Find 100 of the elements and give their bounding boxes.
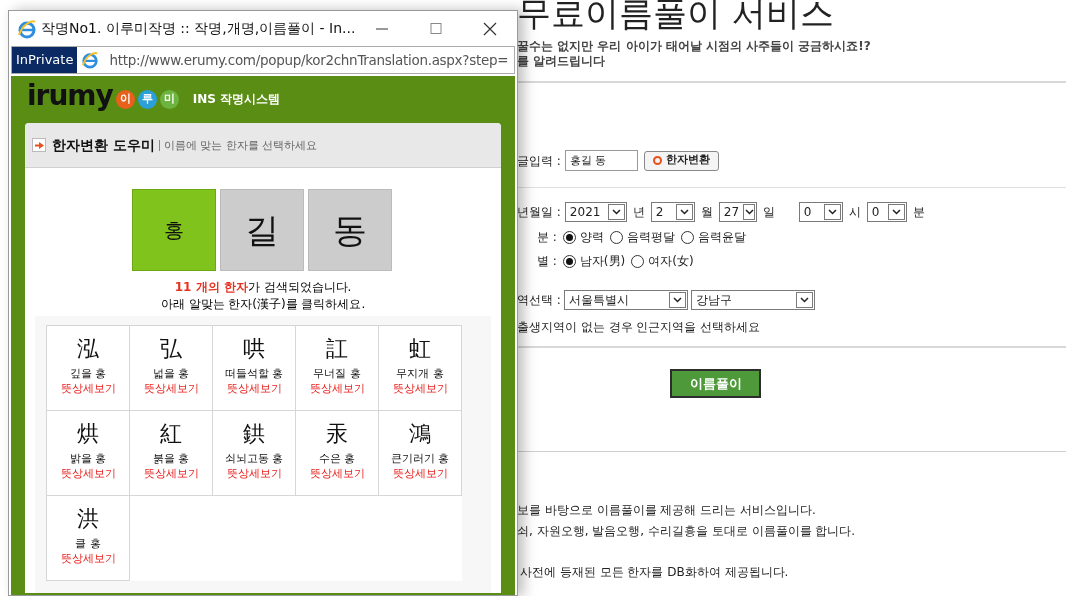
hanja-card[interactable]: 烘 밝을 홍 뜻상세보기 bbox=[47, 411, 130, 496]
hanja-character: 鴻 bbox=[409, 421, 431, 447]
hanja-meaning: 클 홍 bbox=[75, 536, 101, 551]
unit-label: 년 bbox=[632, 204, 645, 221]
name-tile[interactable]: 홍 bbox=[132, 189, 216, 271]
hanja-character: 虹 bbox=[409, 336, 431, 362]
chevron-down-icon bbox=[668, 292, 686, 308]
radio-button[interactable] bbox=[609, 230, 623, 244]
radio-label: 여자(女) bbox=[648, 253, 694, 270]
detail-link[interactable]: 뜻상세보기 bbox=[392, 466, 448, 481]
name-tile[interactable]: 동 bbox=[308, 189, 392, 271]
unit-label: 월 bbox=[700, 204, 713, 221]
detail-link[interactable]: 뜻상세보기 bbox=[60, 551, 116, 566]
detail-link[interactable]: 뜻상세보기 bbox=[309, 381, 365, 396]
hanja-card[interactable]: 鉷 쇠뇌고동 홍 뜻상세보기 bbox=[213, 411, 296, 496]
radio-label: 음력윤달 bbox=[697, 229, 746, 246]
url-text: http://www.erumy.com/popup/kor2chnTranslation.aspx?step= bbox=[109, 50, 509, 70]
detail-link[interactable]: 뜻상세보기 bbox=[143, 381, 199, 396]
hanja-character: 弘 bbox=[160, 336, 182, 362]
chevron-down-icon bbox=[743, 204, 755, 220]
detail-link[interactable]: 뜻상세보기 bbox=[309, 466, 365, 481]
hanja-meaning: 수은 홍 bbox=[318, 451, 356, 466]
radio-button[interactable] bbox=[631, 254, 645, 268]
unit-label: 일 bbox=[762, 204, 775, 221]
address-bar[interactable]: InPrivate http://www.erumy.com/popup/kor2chnTranslation.aspx?step= bbox=[11, 46, 515, 74]
description-text: 쇠, 자원오행, 발음오행, 수리길흉을 토대로 이름풀이를 합니다. bbox=[517, 523, 857, 540]
submit-button[interactable]: 이름풀이 bbox=[670, 369, 761, 398]
radio-label: 남자(男) bbox=[579, 253, 626, 270]
name-tile[interactable]: 길 bbox=[220, 189, 304, 271]
hanja-card[interactable]: 虹 무지개 홍 뜻상세보기 bbox=[379, 326, 462, 411]
description-text: 사전에 등재된 모든 한자를 DB화하여 제공됩니다. bbox=[519, 564, 790, 581]
logo-badge: 이 bbox=[115, 89, 135, 109]
field-label: 글입력 : bbox=[517, 152, 561, 170]
hanja-card[interactable]: 泓 깊을 홍 뜻상세보기 bbox=[47, 326, 130, 411]
unit-label: 시 bbox=[848, 204, 861, 221]
browser-logo-icon bbox=[81, 51, 100, 69]
hanja-character: 烘 bbox=[77, 421, 99, 447]
chevron-down-icon bbox=[823, 204, 841, 220]
hanja-card[interactable]: 洪 클 홍 뜻상세보기 bbox=[47, 496, 130, 581]
dropdown[interactable]: 강남구 bbox=[690, 290, 815, 310]
detail-link[interactable]: 뜻상세보기 bbox=[392, 381, 448, 396]
page-title: 무료이름풀이 서비스 bbox=[517, 0, 835, 30]
logo-badge: 미 bbox=[159, 89, 179, 109]
name-input[interactable]: 홍길 동 bbox=[564, 150, 638, 171]
hanja-character: 汞 bbox=[326, 421, 348, 447]
hanja-meaning: 무너질 홍 bbox=[313, 366, 361, 381]
hanja-meaning: 붉을 홍 bbox=[152, 451, 190, 466]
dropdown[interactable]: 2021 bbox=[564, 202, 627, 222]
hanja-character: 訌 bbox=[326, 336, 348, 362]
arrow-right-icon bbox=[32, 138, 46, 152]
hanja-character: 洪 bbox=[77, 506, 99, 532]
detail-link[interactable]: 뜻상세보기 bbox=[143, 466, 199, 481]
field-label: 분 : bbox=[537, 229, 557, 246]
system-label: INS 작명시스템 bbox=[192, 91, 281, 108]
detail-link[interactable]: 뜻상세보기 bbox=[226, 466, 282, 481]
description-text: 보를 바탕으로 이름풀이를 제공해 드리는 서비스입니다. bbox=[517, 502, 817, 519]
dropdown[interactable]: 0 bbox=[866, 202, 907, 222]
dropdown[interactable]: 0 bbox=[798, 202, 843, 222]
hanja-card[interactable]: 弘 넓을 홍 뜻상세보기 bbox=[130, 326, 213, 411]
hanja-card[interactable]: 汞 수은 홍 뜻상세보기 bbox=[296, 411, 379, 496]
field-label: 역선택 : bbox=[517, 292, 561, 309]
browser-logo-icon bbox=[17, 18, 37, 39]
chevron-down-icon bbox=[795, 292, 813, 308]
hint-text: 출생지역이 없는 경우 인근지역을 선택하세요 bbox=[517, 319, 762, 336]
field-label: 별 : bbox=[537, 253, 557, 270]
chevron-down-icon bbox=[675, 204, 693, 220]
hanja-card[interactable]: 鴻 큰기러기 홍 뜻상세보기 bbox=[379, 411, 462, 496]
hanja-meaning: 밝을 홍 bbox=[69, 451, 107, 466]
hanja-meaning: 무지개 홍 bbox=[396, 366, 444, 381]
hanja-meaning: 큰기러기 홍 bbox=[390, 451, 450, 466]
field-label: 년월일 : bbox=[517, 204, 561, 221]
hanja-meaning: 넓을 홍 bbox=[152, 366, 190, 381]
hanja-meaning: 떠들석할 홍 bbox=[224, 366, 284, 381]
hanja-meaning: 깊을 홍 bbox=[69, 366, 107, 381]
inprivate-badge: InPrivate bbox=[12, 47, 78, 73]
radio-button[interactable] bbox=[680, 230, 694, 244]
hanja-character: 紅 bbox=[160, 421, 182, 447]
radio-button[interactable] bbox=[562, 254, 576, 268]
detail-link[interactable]: 뜻상세보기 bbox=[60, 381, 116, 396]
hanja-character: 鉷 bbox=[243, 421, 265, 447]
logo-wordmark: irumy bbox=[27, 82, 113, 110]
helper-subtitle: 이름에 맞는 한자를 선택하세요 bbox=[158, 139, 318, 151]
hanja-card[interactable]: 訌 무너질 홍 뜻상세보기 bbox=[296, 326, 379, 411]
chevron-down-icon bbox=[887, 204, 905, 220]
dropdown[interactable]: 27 bbox=[718, 202, 757, 222]
instruction-text: 아래 알맞는 한자(漢子)를 클릭하세요. bbox=[159, 296, 367, 313]
helper-title: 한자변환 도우미 bbox=[52, 135, 155, 155]
unit-label: 분 bbox=[912, 204, 925, 221]
detail-link[interactable]: 뜻상세보기 bbox=[226, 381, 282, 396]
convert-button[interactable]: 한자변환 bbox=[643, 150, 719, 171]
window-title: 작명No1. 이루미작명 :: 작명,개명,이름풀이 - In... bbox=[41, 19, 356, 38]
hanja-card[interactable]: 紅 붉을 홍 뜻상세보기 bbox=[130, 411, 213, 496]
hanja-card[interactable]: 哄 떠들석할 홍 뜻상세보기 bbox=[213, 326, 296, 411]
dropdown[interactable]: 서울특별시 bbox=[563, 290, 688, 310]
logo-badge: 루 bbox=[137, 89, 157, 109]
radio-button[interactable] bbox=[562, 230, 576, 244]
dropdown[interactable]: 2 bbox=[650, 202, 695, 222]
detail-link[interactable]: 뜻상세보기 bbox=[60, 466, 116, 481]
radio-label: 양력 bbox=[579, 229, 604, 246]
hanja-character: 哄 bbox=[243, 336, 265, 362]
